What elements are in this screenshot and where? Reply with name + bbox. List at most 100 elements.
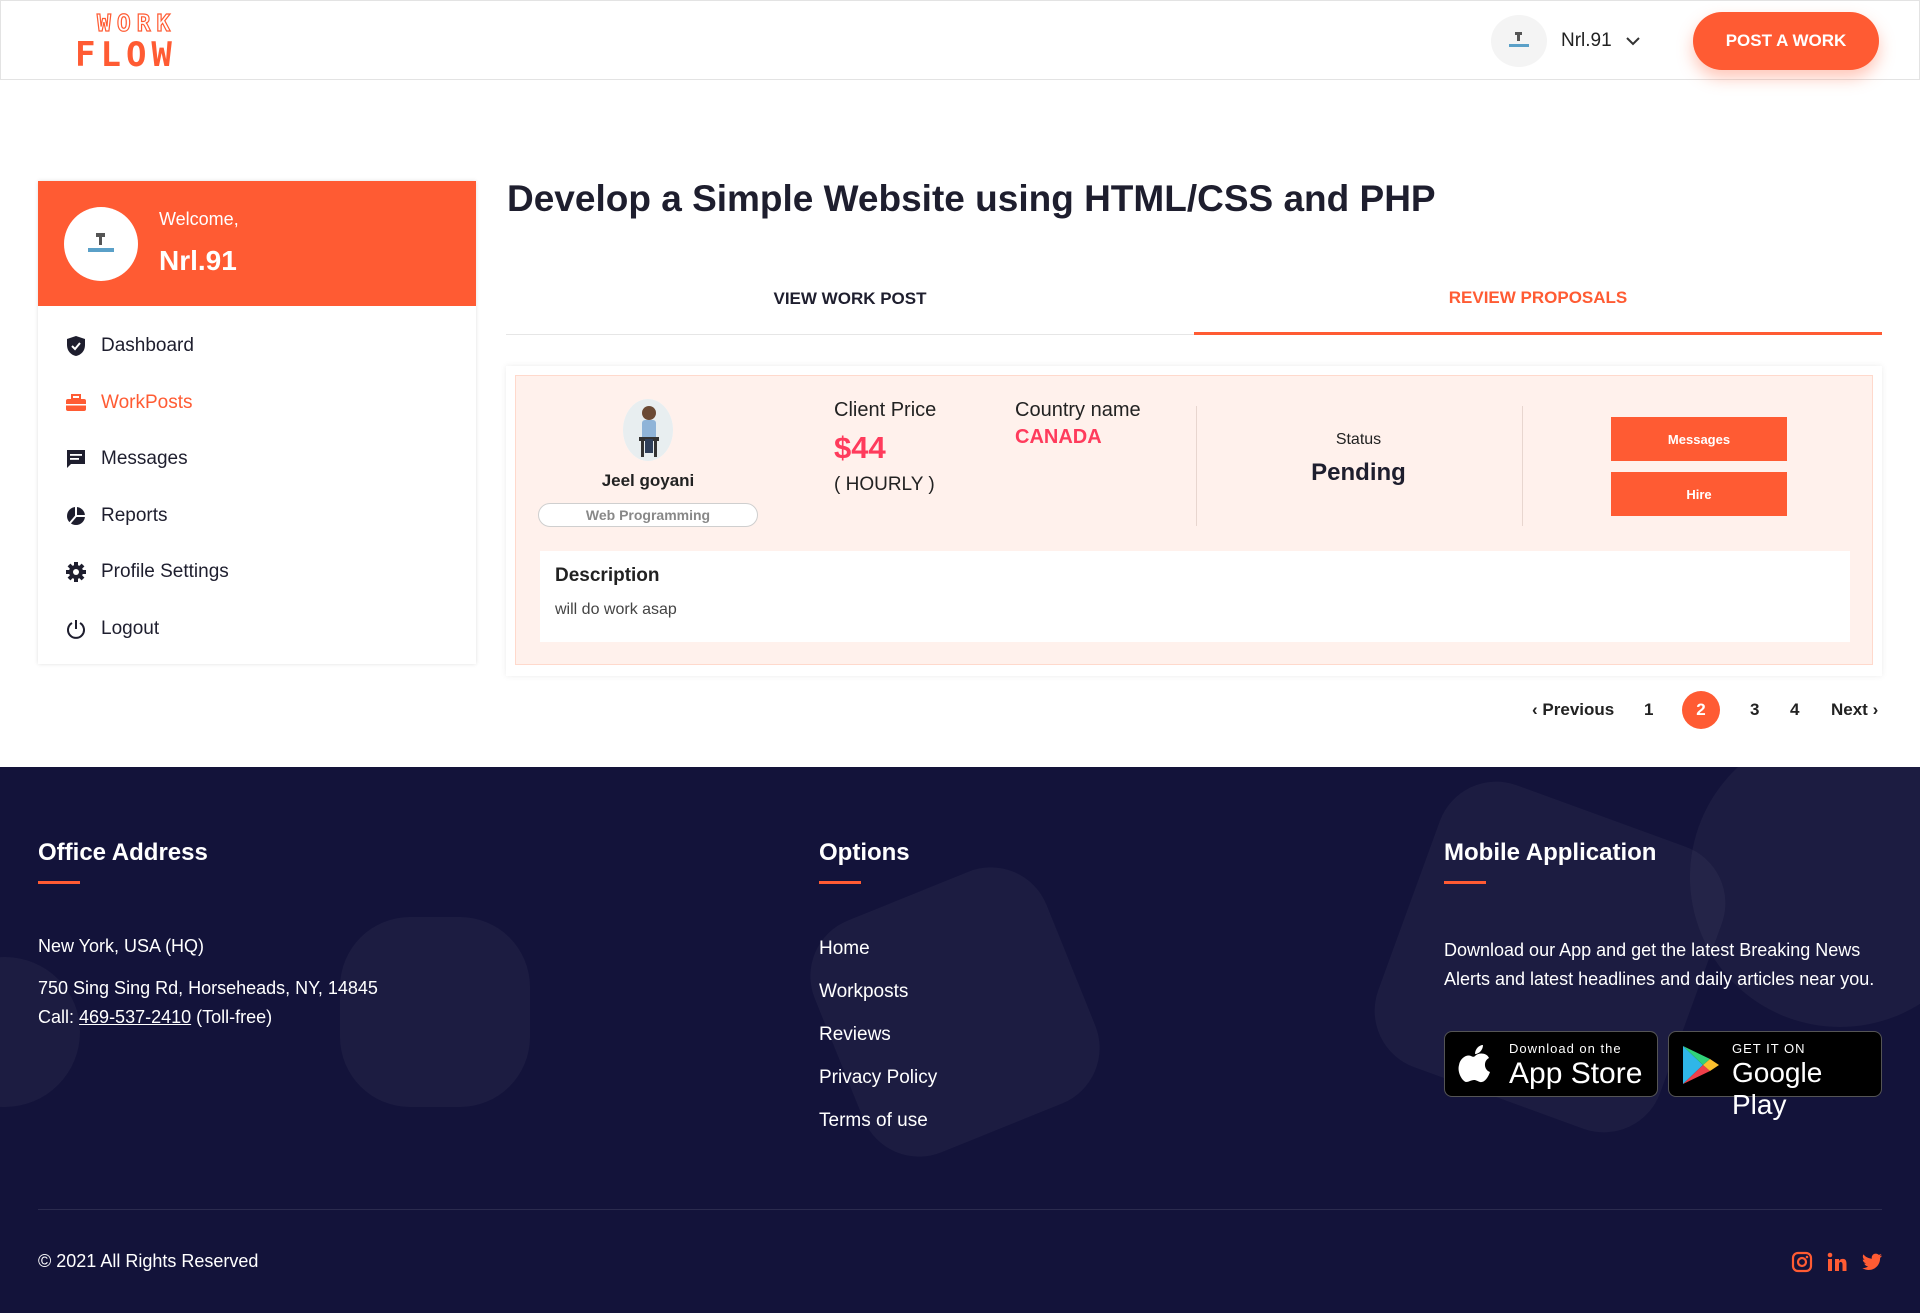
footer-link-home[interactable]: Home — [819, 938, 937, 981]
title-underline — [38, 881, 80, 884]
shield-icon — [63, 333, 89, 359]
client-price-label: Client Price — [834, 399, 937, 421]
client-price-value: $44 — [834, 430, 886, 465]
pagination: ‹ Previous 1 2 3 4 Next › — [1526, 690, 1886, 730]
status-label: Status — [1335, 431, 1382, 448]
logo-work-text: WORK — [96, 10, 177, 37]
instagram-icon[interactable] — [1791, 1251, 1813, 1273]
header-username: Nrl.91 — [1561, 30, 1612, 51]
divider — [1522, 406, 1523, 526]
mobile-app-section: Mobile Application Download our App and … — [1444, 839, 1894, 994]
description-text: will do work asap — [555, 601, 677, 618]
sidebar-profile-card: Welcome, Nrl.91 — [38, 181, 476, 306]
options-links: Home Workposts Reviews Privacy Policy Te… — [819, 938, 937, 1153]
power-icon — [63, 616, 89, 642]
pie-chart-icon — [63, 503, 89, 529]
company-logo-icon — [88, 233, 114, 252]
footer-link-terms-of-use[interactable]: Terms of use — [819, 1110, 937, 1153]
logo-flow-text: FLOW — [75, 35, 177, 75]
skill-badge: Web Programming — [538, 503, 758, 527]
post-a-work-button[interactable]: POST A WORK — [1693, 12, 1879, 70]
office-address-title: Office Address — [38, 839, 208, 866]
description-box: Description will do work asap — [540, 551, 1850, 642]
google-play-icon — [1683, 1046, 1719, 1084]
sidebar-username: Nrl.91 — [159, 245, 237, 276]
sidebar-item-logout[interactable]: Logout — [38, 601, 476, 658]
phone-link[interactable]: 469-537-2410 — [79, 1007, 191, 1027]
freelancer-avatar[interactable] — [623, 399, 673, 461]
page-title: Develop a Simple Website using HTML/CSS … — [507, 178, 1436, 219]
company-logo-icon — [1509, 32, 1529, 47]
page-link-1[interactable]: 1 — [1644, 690, 1653, 730]
title-underline — [819, 881, 861, 884]
proposal-card: Jeel goyani Web Programming Client Price… — [515, 375, 1873, 665]
previous-label: Previous — [1542, 700, 1615, 719]
sidebar-item-label: Reports — [101, 504, 168, 526]
page-link-3[interactable]: 3 — [1750, 690, 1759, 730]
chevron-right-icon: › — [1872, 700, 1879, 719]
google-play-badge[interactable]: GET IT ON Google Play — [1668, 1031, 1882, 1120]
sidebar-item-profile-settings[interactable]: Profile Settings — [38, 544, 476, 601]
app-store-big-text: App Store — [1509, 1057, 1643, 1090]
message-icon — [63, 446, 89, 472]
country-block: Country name CANADA — [1015, 399, 1141, 449]
sidebar-item-workposts[interactable]: WorkPosts — [38, 375, 476, 432]
sidebar-item-dashboard[interactable]: Dashboard — [38, 318, 476, 375]
work-tabs: VIEW WORK POST REVIEW PROPOSALS — [506, 263, 1882, 335]
footer-divider — [38, 1209, 1882, 1210]
workflow-logo[interactable]: WORK FLOW — [75, 10, 205, 75]
footer-link-privacy-policy[interactable]: Privacy Policy — [819, 1067, 937, 1110]
office-address-section: Office Address New York, USA (HQ) 750 Si… — [38, 839, 378, 1028]
sidebar-item-label: Messages — [101, 448, 188, 470]
user-menu[interactable]: Nrl.91 — [1491, 15, 1640, 67]
mobile-app-title: Mobile Application — [1444, 839, 1657, 866]
mobile-app-text: Download our App and get the latest Brea… — [1444, 940, 1875, 989]
sidebar-item-messages[interactable]: Messages — [38, 431, 476, 488]
toll-free-label: (Toll-free) — [196, 1007, 273, 1027]
welcome-text: Welcome, — [159, 209, 239, 229]
country-label: Country name — [1015, 399, 1141, 421]
user-avatar — [1491, 15, 1547, 67]
country-value: CANADA — [1015, 426, 1102, 448]
hire-button[interactable]: Hire — [1611, 472, 1787, 516]
sidebar-nav: Dashboard WorkPosts Messages Reports Pro… — [38, 306, 476, 657]
top-header: WORK FLOW Nrl.91 POST A WORK — [0, 0, 1920, 80]
footer: Office Address New York, USA (HQ) 750 Si… — [0, 767, 1920, 1313]
office-street: 750 Sing Sing Rd, Horseheads, NY, 14845 — [38, 978, 378, 998]
sidebar-item-label: WorkPosts — [101, 391, 193, 413]
briefcase-icon — [63, 390, 89, 416]
office-call: Call: 469-537-2410 (Toll-free) — [38, 1007, 378, 1028]
google-play-small-text: GET IT ON — [1732, 1041, 1806, 1056]
tab-view-work-post[interactable]: VIEW WORK POST — [506, 263, 1194, 335]
status-block: Status Pending — [1196, 431, 1521, 487]
copyright-text: © 2021 All Rights Reserved — [38, 1251, 259, 1271]
status-badge: Pending — [1311, 459, 1406, 486]
linkedin-icon[interactable] — [1826, 1251, 1848, 1273]
twitter-icon[interactable] — [1861, 1251, 1883, 1273]
office-hq: New York, USA (HQ) — [38, 936, 205, 956]
apple-icon — [1458, 1045, 1490, 1083]
tab-review-proposals[interactable]: REVIEW PROPOSALS — [1194, 263, 1882, 335]
footer-link-workposts[interactable]: Workposts — [819, 981, 937, 1024]
gear-icon — [63, 559, 89, 585]
next-label: Next — [1831, 700, 1868, 719]
avatar — [64, 207, 138, 281]
footer-link-reviews[interactable]: Reviews — [819, 1024, 937, 1067]
pagination-next[interactable]: Next › — [1831, 690, 1878, 730]
price-unit: ( HOURLY ) — [834, 474, 935, 495]
google-play-big-text: Google Play — [1732, 1057, 1823, 1120]
client-price-block: Client Price $44 ( HOURLY ) — [834, 399, 936, 496]
title-underline — [1444, 881, 1486, 884]
sidebar-item-label: Dashboard — [101, 335, 194, 357]
pagination-previous[interactable]: ‹ Previous — [1532, 690, 1614, 730]
page-link-2[interactable]: 2 — [1682, 691, 1720, 729]
app-store-badge[interactable]: Download on the App Store — [1444, 1031, 1658, 1097]
chevron-left-icon: ‹ — [1532, 700, 1538, 719]
sidebar: Welcome, Nrl.91 Dashboard WorkPosts Mess… — [38, 181, 476, 664]
freelancer-name[interactable]: Jeel goyani — [538, 471, 758, 491]
proposal-card-wrapper: Jeel goyani Web Programming Client Price… — [506, 366, 1882, 676]
messages-button[interactable]: Messages — [1611, 417, 1787, 461]
sidebar-item-label: Logout — [101, 617, 160, 639]
page-link-4[interactable]: 4 — [1790, 690, 1799, 730]
sidebar-item-reports[interactable]: Reports — [38, 488, 476, 545]
